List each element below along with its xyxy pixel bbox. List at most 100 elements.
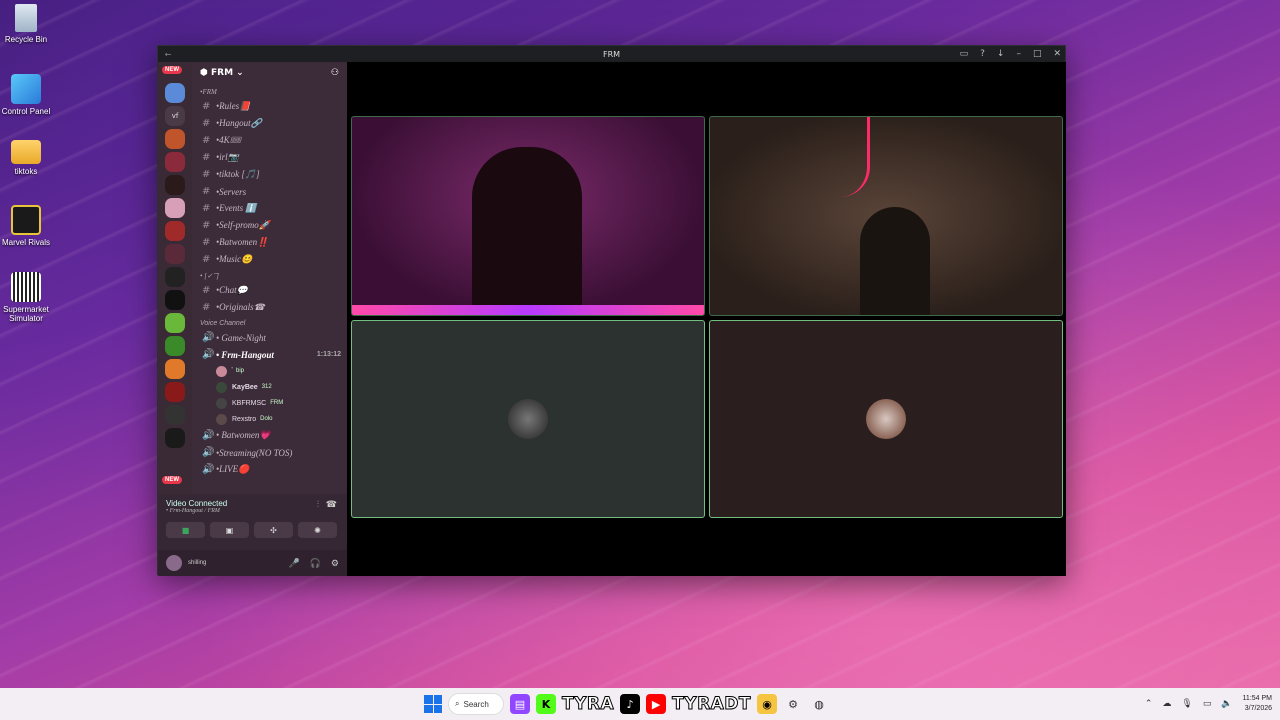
- add-member-icon[interactable]: ⚇: [331, 68, 339, 78]
- microphone-icon[interactable]: 🎙: [1181, 699, 1192, 709]
- channel-irl[interactable]: # •irl📷: [192, 149, 347, 166]
- channel-label: • Frm-Hangout: [216, 349, 274, 360]
- voice-channel-frm-hangout[interactable]: 🔊 • Frm-Hangout 1:13:12: [192, 346, 347, 363]
- soundboard-icon: ✺: [314, 525, 321, 535]
- volume-icon[interactable]: 🔈: [1221, 699, 1232, 709]
- voice-channel-batwomen[interactable]: 🔊 • Batwomen💗: [192, 427, 347, 444]
- server-icon[interactable]: [165, 83, 185, 103]
- user-panel: shilling 🎤 🎧 ⚙: [158, 550, 347, 576]
- download-icon[interactable]: ↓: [997, 49, 1005, 59]
- server-icon[interactable]: [165, 359, 185, 379]
- channel-hangout[interactable]: # •Hangout🔗: [192, 115, 347, 132]
- server-icon[interactable]: [165, 244, 185, 264]
- channel-music[interactable]: # •Music😊: [192, 251, 347, 268]
- clock[interactable]: 11:54 PM 3/7/2026: [1243, 694, 1272, 714]
- voice-member[interactable]: KayBee 312: [192, 379, 347, 395]
- channel-rules[interactable]: # •Rules📕: [192, 98, 347, 115]
- server-icon[interactable]: [165, 198, 185, 218]
- discord-icon[interactable]: ◉: [757, 694, 778, 714]
- channel-servers[interactable]: # •Servers: [192, 183, 347, 200]
- channel-originals[interactable]: # •Originals☎: [192, 299, 347, 316]
- member-tag: 312: [261, 384, 272, 390]
- close-button[interactable]: ✕: [1053, 49, 1061, 59]
- channel-tiktok[interactable]: # •tiktok [🎵]: [192, 166, 347, 183]
- video-tile[interactable]: [709, 320, 1063, 518]
- soundboard-button[interactable]: ✺: [298, 522, 337, 538]
- windows-start-icon[interactable]: [424, 695, 442, 713]
- hash-icon: #: [202, 135, 211, 146]
- server-icon-vf[interactable]: vf: [165, 106, 185, 126]
- minimize-button[interactable]: –: [1016, 49, 1021, 59]
- member-name: Rexstro: [232, 415, 257, 423]
- server-icon[interactable]: [165, 267, 185, 287]
- marvel-rivals-desktop-icon[interactable]: Marvel Rivals: [0, 205, 52, 247]
- voice-channel-live[interactable]: 🔊 •LIVE🔴: [192, 461, 347, 478]
- recycle-bin-desktop-icon[interactable]: Recycle Bin: [0, 4, 52, 44]
- channel-batwomen[interactable]: # •Batwomen‼️: [192, 234, 347, 251]
- clock-time: 11:54 PM: [1242, 695, 1272, 702]
- maximize-button[interactable]: □: [1033, 49, 1042, 59]
- youtube-icon[interactable]: ▶: [646, 694, 667, 714]
- network-icon[interactable]: ☁: [1162, 699, 1171, 709]
- category-frm[interactable]: •FRM: [192, 84, 347, 98]
- server-icon[interactable]: [165, 428, 185, 448]
- server-icon[interactable]: [165, 290, 185, 310]
- voice-member[interactable]: ⷮbip: [192, 363, 347, 379]
- speaker-icon: 🔊: [202, 464, 215, 475]
- channel-label: •Servers: [216, 186, 247, 197]
- microphone-icon[interactable]: 🎤: [288, 558, 299, 569]
- server-icon[interactable]: [165, 129, 185, 149]
- voice-member[interactable]: KBFRMSC FRM: [192, 395, 347, 411]
- obs-icon[interactable]: ◍: [809, 694, 829, 714]
- server-header[interactable]: ⬢ FRM ⌄ ⚇: [192, 62, 347, 84]
- help-icon[interactable]: ?: [980, 49, 985, 59]
- taskbar-search[interactable]: ⌕ Search: [448, 693, 504, 715]
- twitch-icon[interactable]: ▤: [510, 694, 530, 714]
- member-name: KBFRMSC: [232, 399, 267, 407]
- kick-icon[interactable]: K: [536, 694, 556, 714]
- channel-4k[interactable]: # •4K🎟: [192, 132, 347, 149]
- tiktoks-folder-desktop-icon[interactable]: tiktoks: [0, 140, 52, 176]
- server-icon[interactable]: [165, 175, 185, 195]
- settings-icon[interactable]: ⚙: [783, 694, 803, 714]
- member-tag: bip: [236, 368, 245, 374]
- voice-location[interactable]: • Frm-Hangout / FRM: [166, 508, 339, 514]
- voice-member[interactable]: Rexstro Dolo: [192, 411, 347, 427]
- hash-icon: #: [202, 203, 211, 214]
- user-avatar[interactable]: [166, 555, 182, 571]
- tiktok-icon[interactable]: ♪: [620, 694, 641, 714]
- inbox-icon[interactable]: ▭: [960, 49, 969, 59]
- video-tile[interactable]: [709, 116, 1063, 316]
- chevron-up-icon[interactable]: ⌃: [1145, 699, 1153, 709]
- disconnect-icon[interactable]: ☎: [326, 500, 337, 510]
- headphones-icon[interactable]: 🎧: [310, 558, 321, 569]
- avatar: [216, 397, 227, 409]
- hash-icon: #: [202, 254, 211, 265]
- camera-button[interactable]: ■: [166, 522, 205, 538]
- server-icon[interactable]: [165, 382, 185, 402]
- server-icon[interactable]: [165, 336, 185, 356]
- avatar: [216, 381, 227, 393]
- video-tile[interactable]: [351, 320, 705, 518]
- voice-channel-game-night[interactable]: 🔊 • Game-Night: [192, 329, 347, 346]
- supermarket-simulator-desktop-icon[interactable]: Supermarket Simulator: [0, 272, 52, 323]
- channel-chat[interactable]: # •Chat💬: [192, 282, 347, 299]
- voice-channel-streaming[interactable]: 🔊 •Streaming(NO TOS): [192, 444, 347, 461]
- server-icon[interactable]: [165, 221, 185, 241]
- control-panel-desktop-icon[interactable]: Control Panel: [0, 74, 52, 116]
- noise-suppression-icon[interactable]: ⫶: [317, 500, 319, 510]
- system-tray: ⌃ ☁ 🎙 ▭ 🔈 11:54 PM 3/7/2026: [1145, 688, 1272, 720]
- channel-events[interactable]: # •Events ℹ️: [192, 200, 347, 217]
- gear-icon[interactable]: ⚙: [331, 558, 339, 569]
- server-icon[interactable]: [165, 405, 185, 425]
- category-2[interactable]: • [✓ ̄ ̄]: [192, 268, 347, 282]
- display-icon[interactable]: ▭: [1203, 699, 1212, 709]
- activities-button[interactable]: ✣: [254, 522, 293, 538]
- screen-share-button[interactable]: ▣: [210, 522, 249, 538]
- server-icon[interactable]: [165, 313, 185, 333]
- category-voice[interactable]: Voice Channel: [192, 316, 347, 329]
- video-tile[interactable]: [351, 116, 705, 316]
- server-icon[interactable]: [165, 152, 185, 172]
- channel-self-promo[interactable]: # •Self-promo🚀: [192, 217, 347, 234]
- led-strip: [352, 305, 704, 315]
